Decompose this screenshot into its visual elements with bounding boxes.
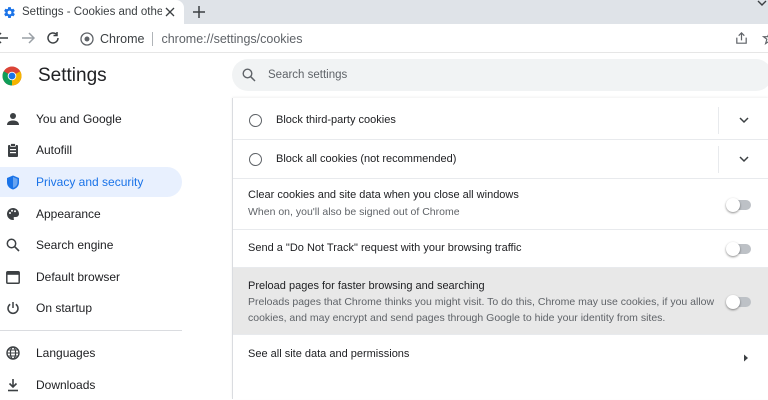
share-icon[interactable]	[734, 31, 750, 47]
bookmark-star-icon[interactable]	[761, 31, 768, 47]
sidebar-item-search-engine[interactable]: Search engine	[0, 230, 182, 260]
sidebar-item-languages[interactable]: Languages	[0, 338, 182, 368]
settings-sidebar: You and Google Autofill Privacy and secu…	[0, 102, 232, 399]
preload-subtitle-line1: Preloads pages that Chrome thinks you mi…	[248, 296, 715, 308]
browser-toolbar: Chrome chrome://settings/cookies	[0, 24, 768, 53]
url-text[interactable]: chrome://settings/cookies	[161, 32, 302, 46]
globe-icon	[5, 345, 21, 361]
block-third-party-row[interactable]: Block third-party cookies	[233, 101, 768, 140]
sidebar-item-you-and-google[interactable]: You and Google	[0, 104, 182, 134]
toggle-knob	[726, 198, 740, 212]
download-icon	[5, 377, 21, 393]
sidebar-item-label: Search engine	[36, 238, 114, 252]
sidebar-item-appearance[interactable]: Appearance	[0, 199, 182, 229]
new-tab-button[interactable]	[190, 3, 208, 21]
preload-subtitle-line2: cookies, and may encrypt and send pages …	[248, 312, 666, 324]
search-icon	[5, 237, 21, 253]
site-chip: Chrome	[100, 32, 145, 46]
clear-on-close-subtitle: When on, you'll also be signed out of Ch…	[248, 206, 460, 218]
preload-title: Preload pages for faster browsing and se…	[248, 280, 485, 292]
arrow-right-icon	[741, 350, 751, 362]
chrome-logo-icon	[2, 66, 22, 86]
block-third-party-label: Block third-party cookies	[276, 114, 396, 126]
block-third-party-radio[interactable]	[249, 114, 262, 127]
do-not-track-row[interactable]: Send a "Do Not Track" request with your …	[233, 230, 768, 268]
row-divider	[718, 146, 719, 173]
see-all-site-data-row[interactable]: See all site data and permissions	[233, 335, 768, 375]
clear-on-close-title: Clear cookies and site data when you clo…	[248, 189, 519, 201]
toggle-knob	[726, 295, 740, 309]
preload-pages-row[interactable]: Preload pages for faster browsing and se…	[233, 268, 768, 335]
sidebar-item-default-browser[interactable]: Default browser	[0, 262, 182, 292]
settings-header: Settings Search settings	[0, 54, 768, 98]
person-icon	[5, 111, 21, 127]
sidebar-item-label: Privacy and security	[36, 175, 144, 189]
search-input[interactable]: Search settings	[232, 59, 768, 91]
page-title: Settings	[38, 65, 107, 86]
sidebar-item-label: You and Google	[36, 112, 122, 126]
omnibox-divider	[152, 32, 154, 46]
search-icon	[242, 68, 256, 82]
chevron-down-icon[interactable]	[738, 113, 752, 127]
row-divider	[718, 107, 719, 134]
chevron-down-icon[interactable]	[738, 152, 752, 166]
block-all-cookies-row[interactable]: Block all cookies (not recommended)	[233, 140, 768, 179]
sidebar-item-label: On startup	[36, 301, 93, 315]
sidebar-item-label: Appearance	[36, 207, 101, 221]
do-not-track-title: Send a "Do Not Track" request with your …	[248, 242, 522, 254]
back-arrow-icon[interactable]	[0, 30, 10, 46]
reload-icon[interactable]	[45, 30, 61, 46]
clear-on-close-row[interactable]: Clear cookies and site data when you clo…	[233, 179, 768, 230]
shield-icon	[5, 174, 21, 190]
block-all-cookies-radio[interactable]	[249, 153, 262, 166]
sidebar-item-on-startup[interactable]: On startup	[0, 293, 182, 323]
sidebar-item-autofill[interactable]: Autofill	[0, 135, 182, 165]
address-bar[interactable]: Chrome chrome://settings/cookies	[70, 27, 768, 51]
clear-on-close-toggle[interactable]	[726, 198, 751, 212]
close-tab-icon[interactable]	[162, 4, 178, 20]
sidebar-item-label: Default browser	[36, 270, 121, 284]
sidebar-item-privacy-and-security[interactable]: Privacy and security	[0, 167, 182, 197]
see-all-site-data-label: See all site data and permissions	[248, 348, 410, 360]
tab-strip: Settings - Cookies and other site	[0, 0, 768, 24]
chrome-site-icon	[80, 32, 94, 46]
sidebar-item-label: Languages	[36, 346, 96, 360]
power-icon	[5, 300, 21, 316]
do-not-track-toggle[interactable]	[726, 242, 751, 256]
cookies-settings-card: Block third-party cookies Block all cook…	[232, 98, 768, 399]
gear-icon	[2, 5, 16, 19]
sidebar-item-label: Downloads	[36, 378, 96, 392]
tab-settings[interactable]: Settings - Cookies and other site	[0, 0, 184, 24]
toggle-knob	[726, 242, 740, 256]
browser-window-icon	[5, 269, 21, 285]
sidebar-item-label: Autofill	[36, 143, 73, 157]
forward-arrow-icon[interactable]	[20, 30, 36, 46]
chevron-down-icon[interactable]	[756, 0, 768, 10]
clipboard-icon	[5, 142, 21, 158]
tab-title: Settings - Cookies and other site	[22, 6, 162, 18]
palette-icon	[5, 206, 21, 222]
block-all-cookies-label: Block all cookies (not recommended)	[276, 153, 457, 165]
search-placeholder: Search settings	[268, 69, 348, 81]
sidebar-divider	[0, 330, 182, 331]
preload-toggle[interactable]	[726, 295, 751, 309]
sidebar-item-downloads[interactable]: Downloads	[0, 370, 182, 400]
